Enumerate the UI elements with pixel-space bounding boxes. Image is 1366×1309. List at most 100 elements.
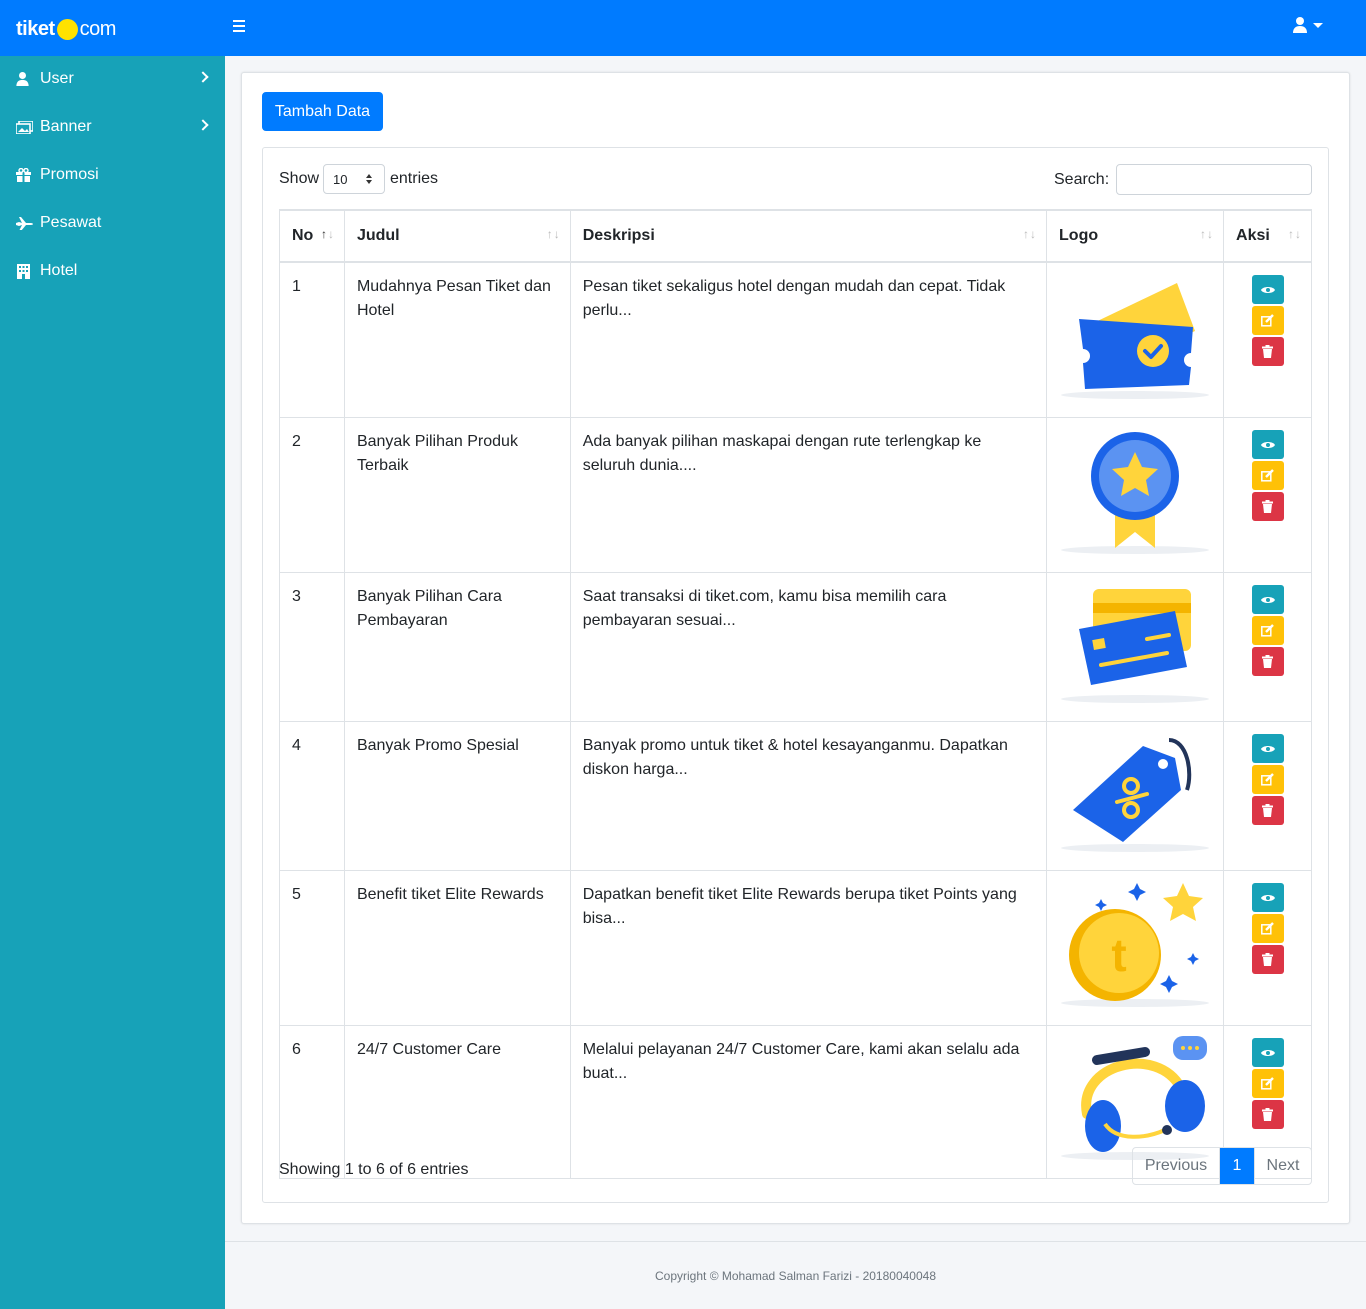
- delete-button[interactable]: [1251, 647, 1284, 676]
- brand-text-com: com: [79, 17, 117, 40]
- cell-logo: [1046, 721, 1225, 871]
- page-1-button[interactable]: 1: [1220, 1148, 1254, 1184]
- sort-icon: ↑↓: [1023, 227, 1038, 241]
- gift-icon: [16, 168, 31, 182]
- hotel-icon: [17, 263, 30, 279]
- cell-deskripsi: Saat transaksi di tiket.com, kamu bisa m…: [569, 572, 1048, 722]
- table-row: 5 Benefit tiket Elite Rewards Dapatkan b…: [279, 870, 1312, 1026]
- sidebar-item-user[interactable]: User: [0, 57, 225, 101]
- trash-icon: [1262, 655, 1274, 668]
- cell-no: 6: [279, 1025, 345, 1179]
- view-button[interactable]: [1251, 1038, 1284, 1067]
- edit-button[interactable]: [1251, 914, 1284, 943]
- user-dropdown[interactable]: [1293, 17, 1323, 33]
- add-data-button[interactable]: Tambah Data: [262, 92, 383, 131]
- copyright-text: Copyright © Mohamad Salman Farizi - 2018…: [655, 1269, 936, 1283]
- sidebar-item-banner[interactable]: Banner: [0, 105, 225, 149]
- edit-button[interactable]: [1251, 1069, 1284, 1098]
- sort-icon: ↑↓: [1200, 227, 1215, 241]
- brand-dot-icon: [56, 18, 78, 40]
- eye-icon: [1260, 745, 1275, 752]
- column-header-logo[interactable]: Logo ↑↓: [1046, 209, 1225, 263]
- images-icon: [16, 120, 33, 134]
- eye-icon: [1260, 441, 1275, 448]
- plane-icon: [16, 217, 33, 230]
- brand-logo[interactable]: tiket com: [16, 16, 116, 42]
- pagination: Previous 1 Next: [1132, 1147, 1312, 1185]
- cell-judul: 24/7 Customer Care: [343, 1025, 571, 1179]
- delete-button[interactable]: [1251, 492, 1284, 521]
- edit-icon: [1261, 922, 1274, 935]
- view-button[interactable]: [1251, 734, 1284, 763]
- user-icon: [16, 72, 29, 86]
- credit-card-icon: [1061, 589, 1210, 703]
- sidebar-item-pesawat[interactable]: Pesawat: [0, 201, 225, 245]
- cell-no: 3: [279, 572, 345, 722]
- sort-icon: ↑↓: [1288, 227, 1302, 241]
- cell-no: 2: [279, 417, 345, 573]
- sidebar-item-promosi[interactable]: Promosi: [0, 153, 225, 197]
- sort-asc-icon: ↑↓: [320, 227, 335, 241]
- sidebar-item-label: Banner: [40, 118, 92, 135]
- table-row: 3 Banyak Pilihan Cara Pembayaran Saat tr…: [279, 572, 1312, 722]
- medal-icon: [1061, 432, 1210, 554]
- column-header-aksi[interactable]: Aksi ↑↓: [1223, 209, 1312, 263]
- sidebar-item-hotel[interactable]: Hotel: [0, 249, 225, 293]
- cell-actions: [1223, 572, 1312, 722]
- search-label: Search:: [1054, 171, 1110, 188]
- top-navbar: tiket com: [0, 0, 1366, 56]
- column-header-judul[interactable]: Judul ↑↓: [343, 209, 571, 263]
- eye-icon: [1260, 286, 1275, 293]
- cell-logo: t: [1046, 870, 1225, 1026]
- next-page-button[interactable]: Next: [1254, 1148, 1311, 1184]
- column-header-no[interactable]: No ↑↓: [279, 209, 345, 263]
- select-arrows-icon: [366, 174, 372, 184]
- cell-actions: [1223, 417, 1312, 573]
- sidebar-item-label: Promosi: [40, 166, 99, 183]
- delete-button[interactable]: [1251, 1100, 1284, 1129]
- view-button[interactable]: [1251, 430, 1284, 459]
- cell-judul: Benefit tiket Elite Rewards: [343, 870, 571, 1026]
- coin-star-icon: t: [1061, 883, 1210, 1007]
- page-length-value: 10: [333, 171, 348, 187]
- ticket-icon: [1061, 283, 1210, 399]
- trash-icon: [1262, 500, 1274, 513]
- view-button[interactable]: [1251, 883, 1284, 912]
- chevron-down-icon: [1313, 22, 1323, 28]
- cell-logo: [1046, 417, 1225, 573]
- sidebar-item-label: Hotel: [40, 262, 78, 279]
- cell-logo: [1046, 572, 1225, 722]
- edit-icon: [1261, 1077, 1274, 1090]
- delete-button[interactable]: [1251, 337, 1284, 366]
- svg-text:t: t: [1111, 929, 1126, 981]
- edit-button[interactable]: [1251, 461, 1284, 490]
- sidebar-item-label: User: [40, 70, 74, 87]
- delete-button[interactable]: [1251, 945, 1284, 974]
- edit-button[interactable]: [1251, 306, 1284, 335]
- search-input[interactable]: [1116, 164, 1312, 195]
- footer: Copyright © Mohamad Salman Farizi - 2018…: [225, 1241, 1366, 1309]
- edit-button[interactable]: [1251, 765, 1284, 794]
- cell-actions: [1223, 261, 1312, 418]
- view-button[interactable]: [1251, 585, 1284, 614]
- view-button[interactable]: [1251, 275, 1284, 304]
- eye-icon: [1260, 894, 1275, 901]
- eye-icon: [1260, 596, 1275, 603]
- previous-page-button[interactable]: Previous: [1133, 1148, 1220, 1184]
- table-info: Showing 1 to 6 of 6 entries: [279, 1161, 469, 1178]
- cell-deskripsi: Dapatkan benefit tiket Elite Rewards ber…: [569, 870, 1048, 1026]
- edit-icon: [1261, 469, 1274, 482]
- show-label: Show: [279, 170, 320, 187]
- column-header-deskripsi[interactable]: Deskripsi ↑↓: [569, 209, 1048, 263]
- cell-deskripsi: Ada banyak pilihan maskapai dengan rute …: [569, 417, 1048, 573]
- delete-button[interactable]: [1251, 796, 1284, 825]
- edit-button[interactable]: [1251, 616, 1284, 645]
- sort-icon: ↑↓: [546, 227, 561, 241]
- page-length-select[interactable]: 10: [323, 164, 385, 194]
- cell-deskripsi: Melalui pelayanan 24/7 Customer Care, ka…: [569, 1025, 1048, 1179]
- bars-icon[interactable]: [233, 20, 247, 34]
- table-row: 1 Mudahnya Pesan Tiket dan Hotel Pesan t…: [279, 261, 1312, 418]
- cell-no: 1: [279, 261, 345, 418]
- edit-icon: [1261, 314, 1274, 327]
- trash-icon: [1262, 804, 1274, 817]
